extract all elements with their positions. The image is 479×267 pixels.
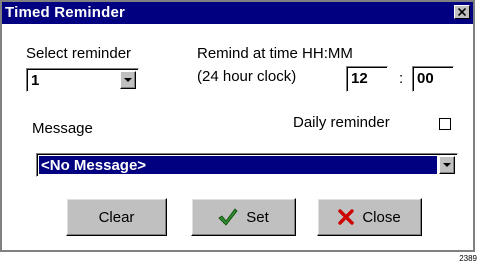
select-reminder-value: 1: [31, 72, 40, 89]
minute-input[interactable]: 00: [412, 66, 454, 92]
daily-reminder-label: Daily reminder: [293, 114, 390, 131]
chevron-down-icon: [443, 163, 451, 167]
message-combobox[interactable]: <No Message>: [36, 153, 458, 177]
time-separator: :: [399, 70, 404, 87]
hour-value: 12: [351, 70, 368, 87]
select-reminder-label: Select reminder: [26, 45, 132, 62]
title-bar[interactable]: Timed Reminder: [2, 2, 473, 24]
select-reminder-combobox[interactable]: 1: [26, 68, 139, 92]
window-close-button[interactable]: [454, 5, 470, 19]
figure-number: 2389: [459, 254, 477, 263]
x-icon: [338, 209, 355, 225]
clear-button[interactable]: Clear: [66, 198, 167, 236]
checkmark-icon: [218, 208, 238, 226]
timed-reminder-dialog: Timed Reminder Select reminder 1 Remind …: [0, 0, 475, 252]
message-label: Message: [32, 120, 93, 137]
clear-button-label: Clear: [98, 208, 135, 226]
set-button[interactable]: Set: [191, 198, 296, 236]
close-button-label: Close: [362, 208, 401, 226]
message-dropdown-button[interactable]: [439, 156, 455, 174]
close-button[interactable]: Close: [317, 198, 422, 236]
set-button-label: Set: [246, 208, 269, 226]
chevron-down-icon: [124, 78, 132, 82]
clock-format-label: (24 hour clock): [197, 68, 297, 85]
window-title: Timed Reminder: [5, 4, 126, 21]
hour-input[interactable]: 12: [346, 66, 388, 92]
daily-reminder-checkbox[interactable]: [439, 118, 451, 130]
remind-time-label: Remind at time HH:MM: [197, 45, 353, 62]
message-selection-highlight: <No Message>: [39, 156, 437, 174]
minute-value: 00: [417, 70, 434, 87]
select-reminder-dropdown-button[interactable]: [120, 71, 136, 89]
message-value: <No Message>: [41, 157, 147, 174]
close-icon: [458, 8, 466, 16]
